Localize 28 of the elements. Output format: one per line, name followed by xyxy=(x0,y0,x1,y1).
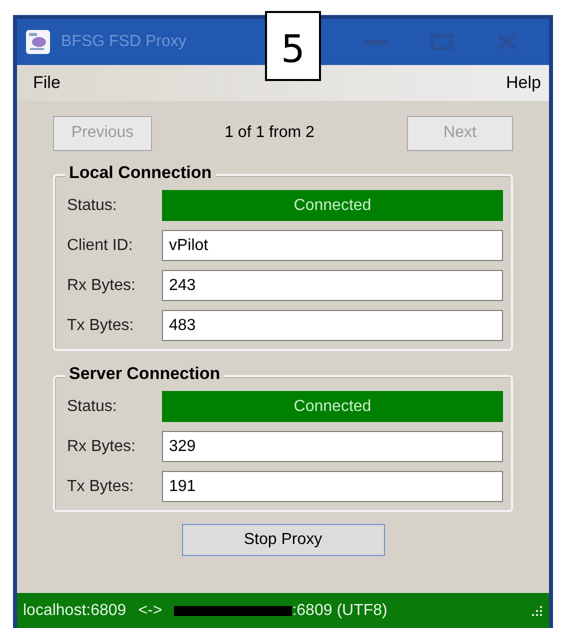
text-field[interactable]: vPilot xyxy=(162,230,503,261)
app-icon xyxy=(25,29,51,55)
field-label: Status: xyxy=(67,398,118,416)
menu-item[interactable]: File xyxy=(33,73,60,93)
minimize-button[interactable] xyxy=(365,38,387,46)
text-field[interactable]: 483 xyxy=(162,310,503,341)
field-label: Rx Bytes: xyxy=(67,438,136,456)
resize-grip-icon[interactable] xyxy=(531,605,543,617)
status-text: <-> xyxy=(138,602,162,620)
field-label: Tx Bytes: xyxy=(67,478,135,496)
status-text: localhost:6809 xyxy=(23,602,126,620)
status-text: :6809 (UTF8) xyxy=(292,602,388,620)
status-indicator: Connected xyxy=(162,190,503,221)
status-indicator: Connected xyxy=(162,391,503,422)
page-position: 1 of 1 from 2 xyxy=(224,124,314,142)
close-button[interactable] xyxy=(497,34,517,50)
field-label: Status: xyxy=(67,196,118,214)
step-number-label: 5 xyxy=(265,11,321,81)
field-label: Rx Bytes: xyxy=(67,276,136,294)
text-field[interactable]: 329 xyxy=(162,431,503,462)
maximize-button[interactable] xyxy=(431,34,453,50)
field-label: Tx Bytes: xyxy=(67,316,135,334)
window-title: BFSG FSD Proxy xyxy=(61,33,186,51)
text-field[interactable]: 191 xyxy=(162,471,503,502)
text-field[interactable]: 243 xyxy=(162,270,503,301)
menu-item[interactable]: Help xyxy=(506,73,541,93)
field-label: Client ID: xyxy=(67,236,134,254)
stop-proxy-button[interactable]: Stop Proxy xyxy=(182,524,384,556)
